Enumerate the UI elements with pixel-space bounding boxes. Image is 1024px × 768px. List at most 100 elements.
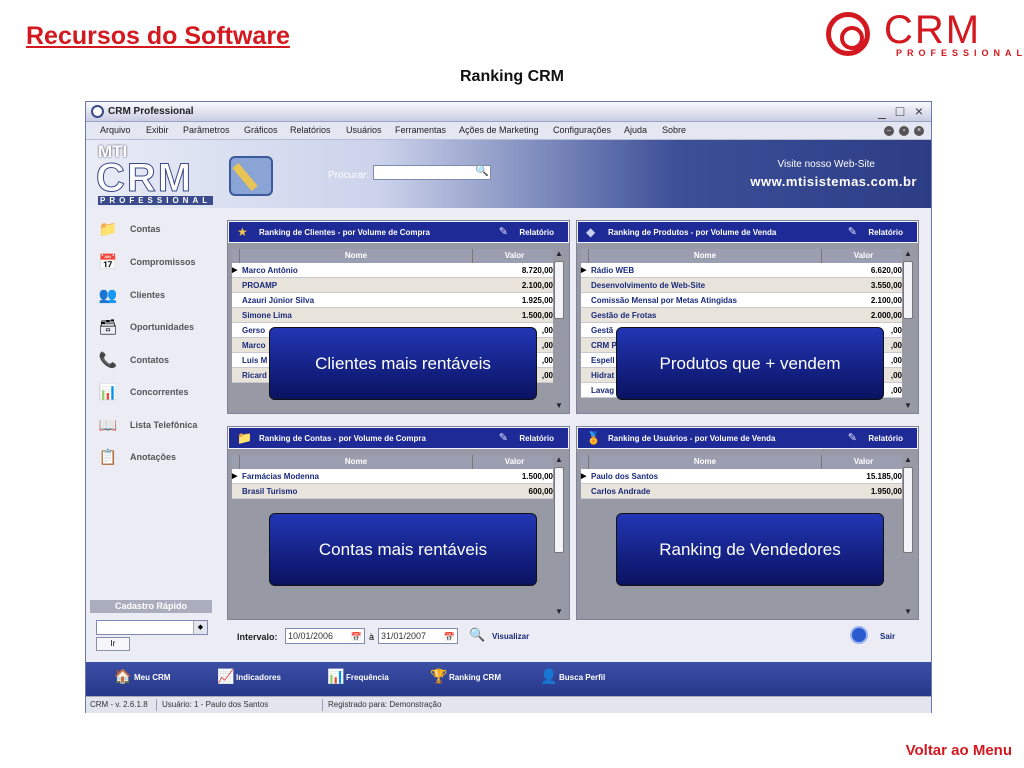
mdi-close-icon[interactable]: ×: [914, 126, 924, 136]
col-nome[interactable]: Nome: [240, 455, 473, 469]
exit-button[interactable]: Sair: [880, 632, 895, 641]
vertical-scrollbar[interactable]: ▲ ▼: [553, 249, 565, 411]
site-url[interactable]: www.mtisistemas.com.br: [750, 174, 917, 189]
mdi-restore-icon[interactable]: ▫: [899, 126, 909, 136]
table-row[interactable]: ▶ Paulo dos Santos 15.185,00: [581, 469, 905, 484]
scroll-thumb[interactable]: [903, 261, 913, 319]
toolbar-ranking-crm[interactable]: Ranking CRM: [449, 673, 501, 682]
view-button[interactable]: Visualizar: [492, 632, 529, 641]
date-from-field[interactable]: 10/01/2006 📅: [285, 628, 365, 644]
scroll-down-icon[interactable]: ▼: [553, 607, 565, 617]
sidebar-item-contas[interactable]: 📁 Contas: [98, 219, 212, 241]
toolbar-frequencia[interactable]: Frequência: [346, 673, 389, 682]
vertical-scrollbar[interactable]: ▲ ▼: [902, 455, 914, 617]
menu-arquivo[interactable]: Arquivo: [100, 125, 131, 135]
toolbar-busca-perfil[interactable]: Busca Perfil: [559, 673, 605, 682]
search-icon[interactable]: 🔍: [474, 164, 490, 180]
minimize-button[interactable]: _: [874, 103, 890, 119]
sidebar-item-oportunidades[interactable]: 🗃 Oportunidades: [98, 317, 212, 339]
sidebar-item-concorrentes[interactable]: 📊 Concorrentes: [98, 382, 212, 404]
quick-register-go-button[interactable]: Ir: [96, 637, 130, 651]
sidebar-item-contatos[interactable]: 📞 Contatos: [98, 350, 212, 372]
row-indicator: [581, 368, 589, 382]
calendar-icon[interactable]: 📅: [444, 630, 455, 644]
table-row[interactable]: ▶ Marco Antônio 8.720,00: [232, 263, 556, 278]
toolbar-indicadores[interactable]: Indicadores: [236, 673, 281, 682]
phone-icon: 📞: [98, 352, 118, 369]
sidebar-item-label: Anotações: [130, 452, 177, 462]
scroll-down-icon[interactable]: ▼: [902, 401, 914, 411]
scroll-up-icon[interactable]: ▲: [902, 455, 914, 465]
menu-relatorios[interactable]: Relatórios: [290, 125, 331, 135]
menu-graficos[interactable]: Gráficos: [244, 125, 278, 135]
row-indicator: [581, 338, 589, 352]
table-row[interactable]: PROAMP 2.100,00: [232, 278, 556, 293]
scroll-up-icon[interactable]: ▲: [553, 249, 565, 259]
sidebar-item-lista-telefonica[interactable]: 📖 Lista Telefônica: [98, 415, 212, 437]
sidebar-item-label: Clientes: [130, 290, 166, 300]
slide-subtitle: Ranking CRM: [460, 68, 564, 85]
col-valor[interactable]: Valor: [822, 455, 905, 469]
back-to-menu-link[interactable]: Voltar ao Menu: [906, 742, 1012, 759]
table-row[interactable]: Simone Lima 1.500,00: [232, 308, 556, 323]
exit-icon[interactable]: [850, 626, 868, 644]
toolbar-meu-crm[interactable]: Meu CRM: [134, 673, 170, 682]
table-row[interactable]: Azauri Júnior Silva 1.925,00: [232, 293, 556, 308]
quick-register-select[interactable]: ◆: [96, 620, 208, 635]
status-version: CRM - v. 2.6.1.8: [90, 700, 148, 709]
table-row[interactable]: Comissão Mensal por Metas Atingidas 2.100…: [581, 293, 905, 308]
scroll-down-icon[interactable]: ▼: [553, 401, 565, 411]
menu-parametros[interactable]: Parâmetros: [183, 125, 230, 135]
ranking-grid: Nome Valor ▶ Farmácias Modenna 1.500,00 Br…: [232, 455, 556, 499]
report-button[interactable]: Relatório: [868, 228, 903, 237]
table-row[interactable]: Carlos Andrade 1.950,00: [581, 484, 905, 499]
menu-acoes-marketing[interactable]: Ações de Marketing: [459, 125, 539, 135]
menu-usuarios[interactable]: Usuários: [346, 125, 382, 135]
table-row[interactable]: Gestão de Frotas 2.000,00: [581, 308, 905, 323]
report-button[interactable]: Relatório: [519, 434, 554, 443]
logo-subtext: PROFESSIONAL: [896, 48, 1024, 58]
close-button[interactable]: ×: [911, 103, 927, 119]
menu-sobre[interactable]: Sobre: [662, 125, 686, 135]
sidebar-item-clientes[interactable]: 👥 Clientes: [98, 285, 212, 307]
panel-title: Ranking de Contas - por Volume de Compra: [259, 434, 426, 443]
sidebar-item-compromissos[interactable]: 📅 Compromissos: [98, 252, 212, 274]
calendar-icon[interactable]: 📅: [351, 630, 362, 644]
col-nome[interactable]: Nome: [240, 249, 473, 263]
col-valor[interactable]: Valor: [822, 249, 905, 263]
table-row[interactable]: Desenvolvimento de Web-Site 3.550,00: [581, 278, 905, 293]
mdi-minimize-icon[interactable]: –: [884, 126, 894, 136]
table-row[interactable]: ▶ Rádio WEB 6.620,00: [581, 263, 905, 278]
scroll-thumb[interactable]: [903, 467, 913, 553]
report-button[interactable]: Relatório: [868, 434, 903, 443]
scroll-up-icon[interactable]: ▲: [553, 455, 565, 465]
sidebar-item-anotacoes[interactable]: 📋 Anotações: [98, 447, 212, 469]
table-row[interactable]: Brasil Turismo 600,00: [232, 484, 556, 499]
scroll-down-icon[interactable]: ▼: [902, 607, 914, 617]
col-nome[interactable]: Nome: [589, 455, 822, 469]
menu-ajuda[interactable]: Ajuda: [624, 125, 647, 135]
col-valor[interactable]: Valor: [473, 249, 556, 263]
table-row[interactable]: ▶ Farmácias Modenna 1.500,00: [232, 469, 556, 484]
sidebar: 📁 Contas 📅 Compromissos 👥 Clientes 🗃 Opo…: [90, 213, 212, 653]
menu-ferramentas[interactable]: Ferramentas: [395, 125, 446, 135]
maximize-button[interactable]: □: [892, 103, 908, 119]
menu-exibir[interactable]: Exibir: [146, 125, 169, 135]
vertical-scrollbar[interactable]: ▲ ▼: [553, 455, 565, 617]
scroll-thumb[interactable]: [554, 467, 564, 553]
date-to-field[interactable]: 31/01/2007 📅: [378, 628, 458, 644]
row-pointer-icon: ▶: [581, 267, 587, 274]
grid-header-indicator: [581, 455, 589, 469]
row-name: Farmácias Modenna: [242, 472, 319, 481]
vertical-scrollbar[interactable]: ▲ ▼: [902, 249, 914, 411]
magnifier-icon[interactable]: 🔍: [469, 627, 485, 643]
scroll-up-icon[interactable]: ▲: [902, 249, 914, 259]
report-button[interactable]: Relatório: [519, 228, 554, 237]
row-name: Brasil Turismo: [242, 487, 298, 496]
status-separator: [156, 699, 157, 711]
col-valor[interactable]: Valor: [473, 455, 556, 469]
col-nome[interactable]: Nome: [589, 249, 822, 263]
chevron-down-icon[interactable]: ◆: [193, 621, 207, 634]
scroll-thumb[interactable]: [554, 261, 564, 319]
menu-configuracoes[interactable]: Configurações: [553, 125, 611, 135]
